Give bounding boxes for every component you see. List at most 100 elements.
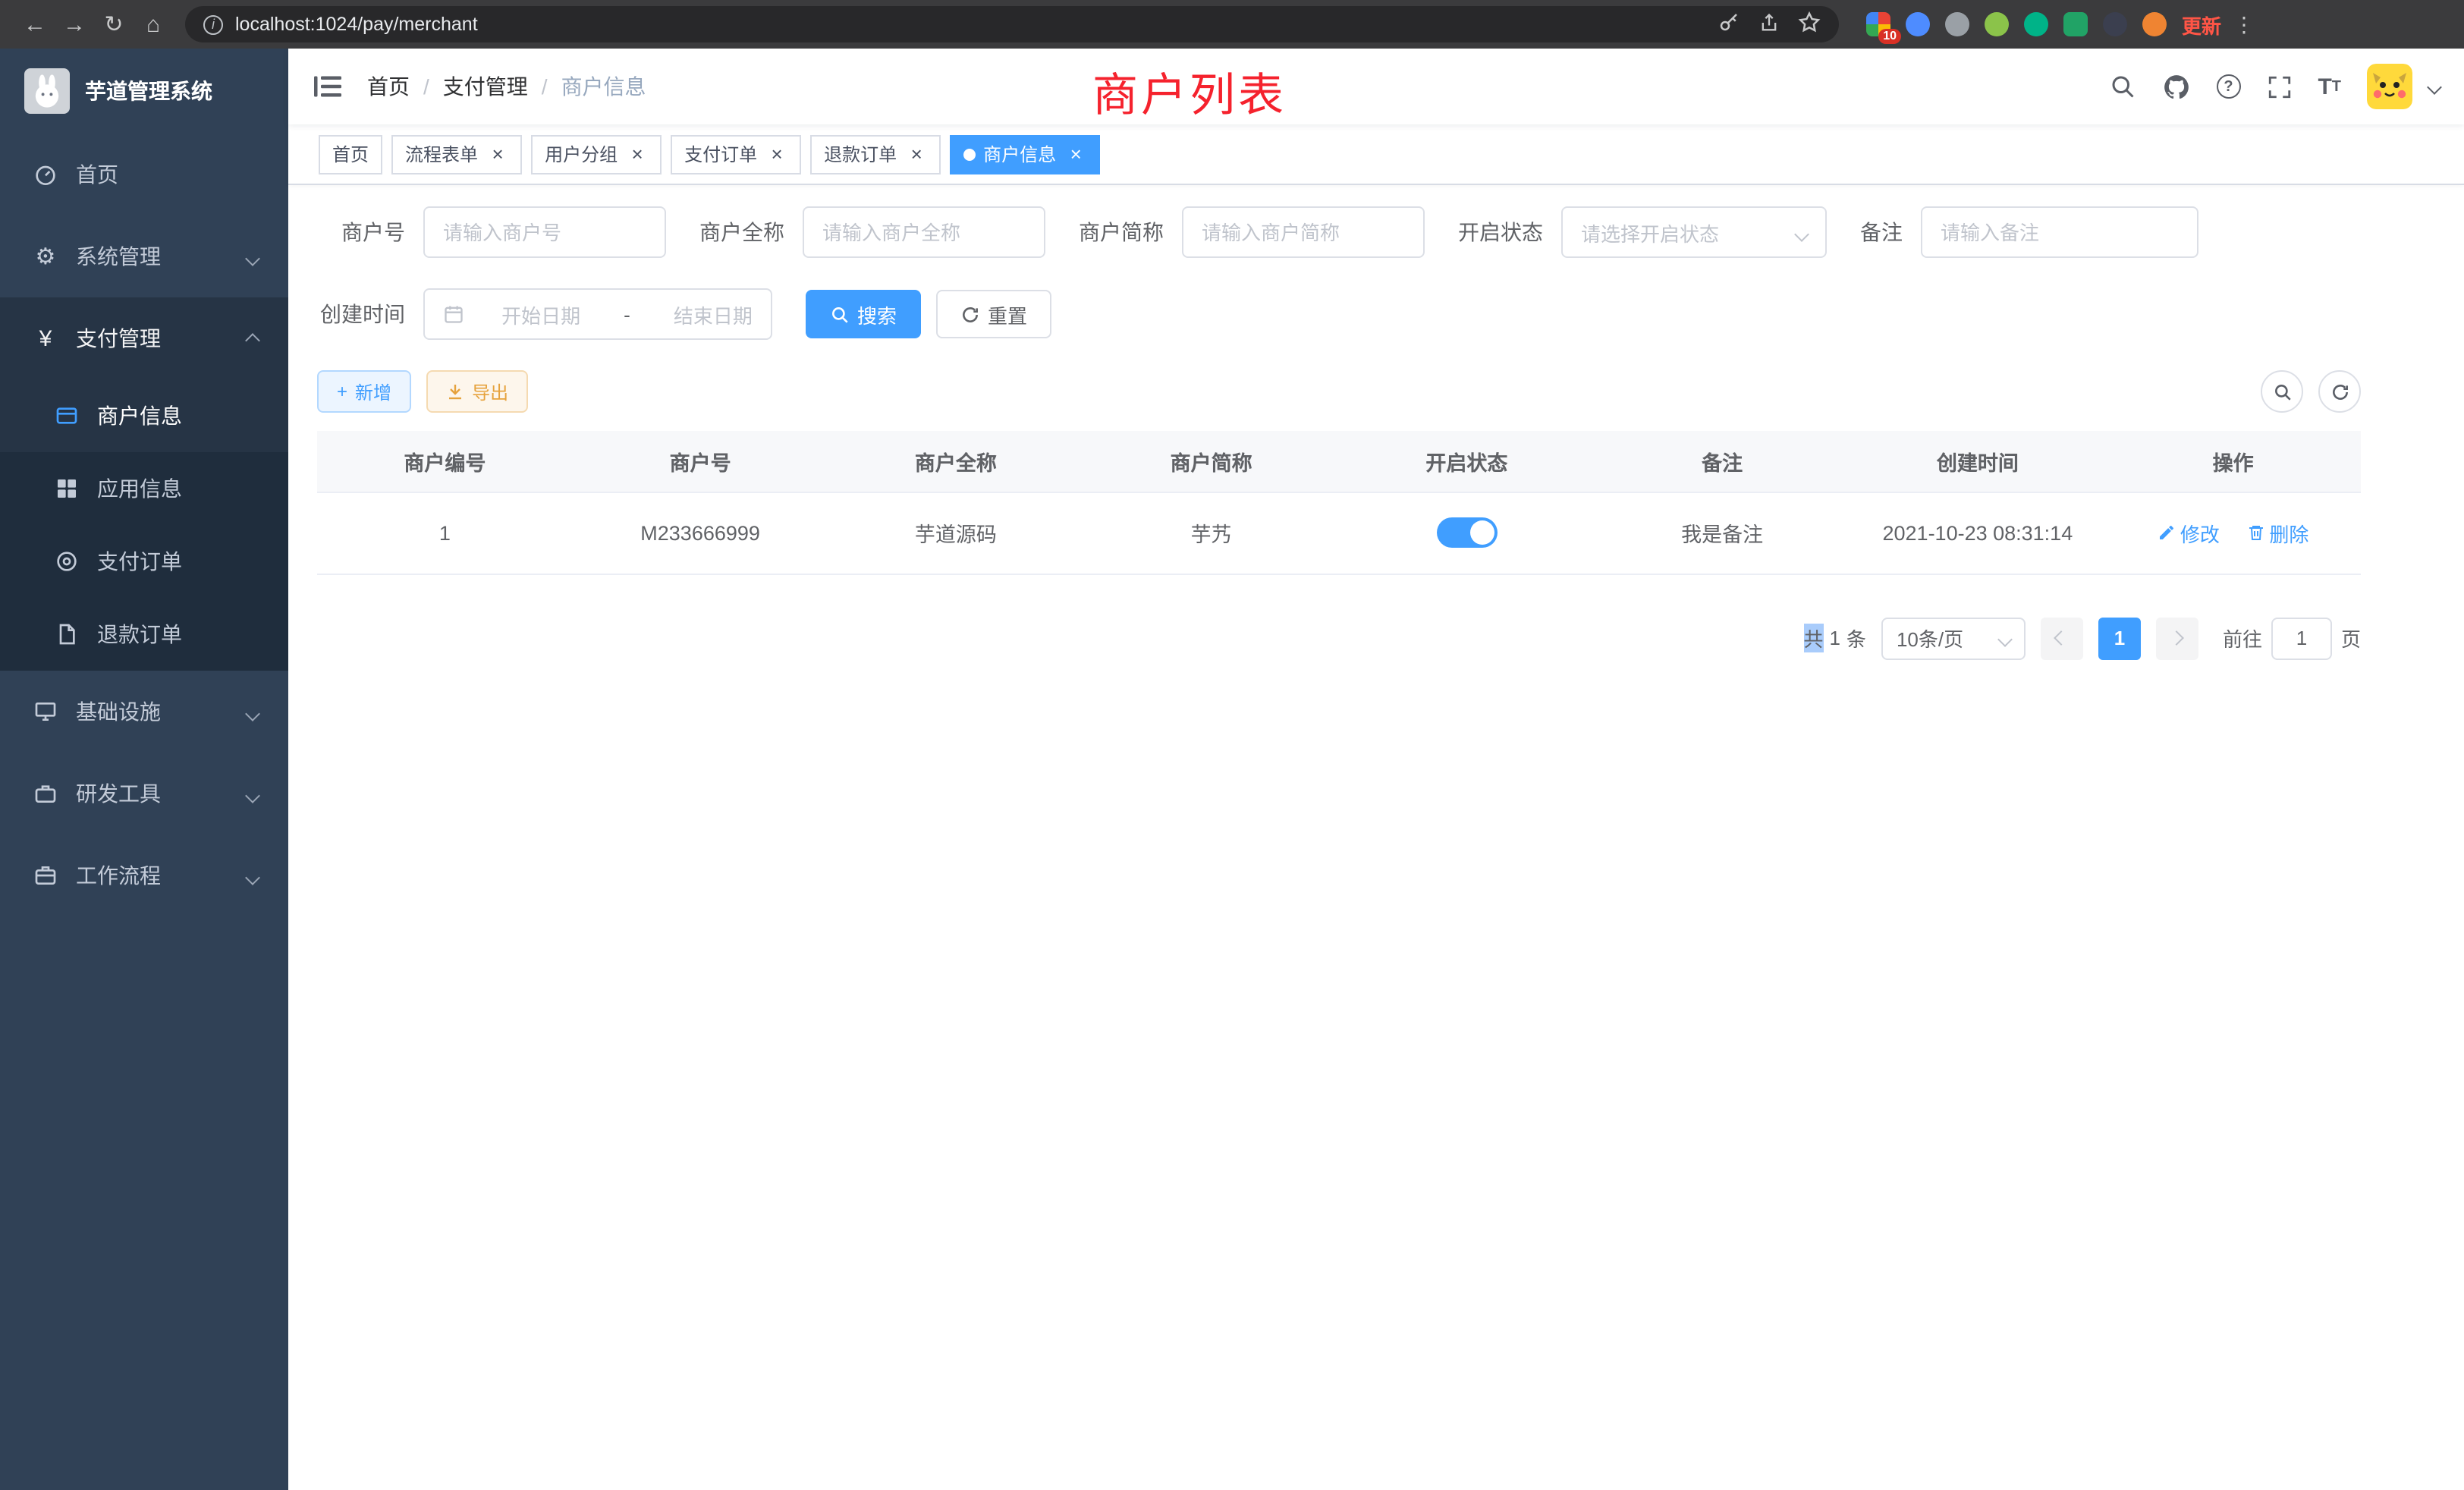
breadcrumb-home[interactable]: 首页 <box>367 71 410 102</box>
close-icon[interactable]: × <box>766 143 787 165</box>
sidebar-subitem-label: 商户信息 <box>97 401 182 431</box>
reset-button-label: 重置 <box>988 300 1027 328</box>
pagination: 共 1 条 10条/页 1 前往 页 <box>317 617 2361 659</box>
sidebar-item-label: 研发工具 <box>76 778 161 809</box>
dashboard-icon <box>33 162 58 187</box>
sidebar-subitem-refund-order[interactable]: 退款订单 <box>0 598 288 671</box>
extension-avatar-icon[interactable] <box>1985 12 2009 36</box>
refresh-table-icon[interactable] <box>2318 370 2361 413</box>
remark-input[interactable] <box>1941 221 2179 244</box>
tags-view-bar: 首页 流程表单 × 用户分组 × 支付订单 × <box>288 124 2464 185</box>
sidebar-subitem-merchant-info[interactable]: 商户信息 <box>0 379 288 452</box>
browser-menu-icon[interactable]: ⋮ <box>2230 11 2258 37</box>
filter-label: 备注 <box>1860 217 1903 247</box>
fullscreen-icon[interactable] <box>2266 74 2292 99</box>
close-icon[interactable]: × <box>487 143 508 165</box>
address-bar[interactable]: i localhost:1024/pay/merchant <box>185 6 1839 42</box>
calendar-icon <box>443 303 464 325</box>
filter-label: 商户全称 <box>699 217 784 247</box>
breadcrumb-payment[interactable]: 支付管理 <box>443 71 528 102</box>
merchant-no-input[interactable] <box>443 221 646 244</box>
toggle-search-icon[interactable] <box>2261 370 2303 413</box>
reload-icon[interactable]: ↻ <box>94 5 134 44</box>
delete-link[interactable]: 删除 <box>2246 518 2308 547</box>
gear-icon: ⚙ <box>33 244 58 269</box>
key-icon[interactable] <box>1718 11 1740 38</box>
extension-doc-icon[interactable] <box>2063 12 2088 36</box>
page-jump-input[interactable] <box>2271 617 2332 659</box>
date-start-placeholder[interactable]: 开始日期 <box>501 300 580 328</box>
export-button[interactable]: 导出 <box>426 370 528 413</box>
home-icon[interactable]: ⌂ <box>134 5 173 44</box>
bookmark-star-icon[interactable] <box>1798 11 1821 38</box>
tab-user-group[interactable]: 用户分组 × <box>531 134 662 174</box>
share-icon[interactable] <box>1758 11 1780 37</box>
sidebar-item-system[interactable]: ⚙ 系统管理 <box>0 215 288 297</box>
back-icon[interactable]: ← <box>15 5 55 44</box>
add-button[interactable]: + 新增 <box>317 370 411 413</box>
update-button[interactable]: 更新 <box>2182 10 2221 39</box>
date-end-placeholder[interactable]: 结束日期 <box>674 300 753 328</box>
avatar-caret-icon[interactable] <box>2429 73 2440 100</box>
sidebar-item-label: 首页 <box>76 159 118 190</box>
address-bar-actions <box>1718 11 1821 38</box>
next-page-button[interactable] <box>2156 617 2198 659</box>
close-icon[interactable]: × <box>627 143 648 165</box>
merchant-table: 商户编号 商户号 商户全称 商户简称 开启状态 备注 创建时间 操作 1 <box>317 431 2361 574</box>
filter-full-name: 商户全称 <box>699 206 1045 258</box>
sidebar-item-home[interactable]: 首页 <box>0 134 288 215</box>
close-icon[interactable]: × <box>1065 143 1086 165</box>
sidebar-subitem-pay-order[interactable]: 支付订单 <box>0 525 288 598</box>
tab-home[interactable]: 首页 <box>319 134 382 174</box>
edit-icon <box>2158 523 2176 542</box>
profile-avatar-icon[interactable] <box>2142 12 2167 36</box>
user-avatar[interactable] <box>2367 64 2412 109</box>
extensions-icon[interactable]: 10 <box>1866 12 1890 36</box>
forward-icon[interactable]: → <box>55 5 94 44</box>
sidebar-item-payment[interactable]: ¥ 支付管理 <box>0 297 288 379</box>
url-text[interactable]: localhost:1024/pay/merchant <box>235 14 1705 35</box>
chevron-down-icon <box>2000 627 2010 649</box>
cell-id: 1 <box>317 492 573 574</box>
help-icon[interactable]: ? <box>2216 74 2240 99</box>
app-title: 芋道管理系统 <box>85 76 212 106</box>
tab-label: 流程表单 <box>405 141 478 167</box>
search-button[interactable]: 搜索 <box>806 290 921 338</box>
extension-blue-icon[interactable] <box>1906 12 1930 36</box>
status-select[interactable]: 请选择开启状态 <box>1561 206 1827 258</box>
sidebar-logo[interactable]: 芋道管理系统 <box>0 49 288 134</box>
tab-refund-order[interactable]: 退款订单 × <box>810 134 941 174</box>
tab-pay-order[interactable]: 支付订单 × <box>671 134 801 174</box>
full-name-input[interactable] <box>822 221 1026 244</box>
edit-link-label: 修改 <box>2180 518 2220 547</box>
filter-short-name: 商户简称 <box>1079 206 1425 258</box>
page-size-select[interactable]: 10条/页 <box>1881 617 2026 659</box>
hamburger-icon[interactable] <box>313 71 343 102</box>
short-name-input[interactable] <box>1202 221 1405 244</box>
prev-page-button[interactable] <box>2041 617 2083 659</box>
edit-link[interactable]: 修改 <box>2158 518 2220 547</box>
search-button-label: 搜索 <box>857 300 897 328</box>
font-size-icon[interactable]: TT <box>2318 74 2341 99</box>
sidebar-item-label: 系统管理 <box>76 241 161 272</box>
search-icon[interactable] <box>2108 73 2136 100</box>
site-info-icon[interactable]: i <box>203 14 223 34</box>
sidebar-item-workflow[interactable]: 工作流程 <box>0 835 288 916</box>
tab-process-form[interactable]: 流程表单 × <box>391 134 522 174</box>
page-number-1[interactable]: 1 <box>2098 617 2141 659</box>
font-size-large-glyph: T <box>2318 74 2331 99</box>
github-icon[interactable] <box>2161 72 2190 101</box>
date-range-picker[interactable]: 开始日期 - 结束日期 <box>423 288 772 340</box>
extension-gray-icon[interactable] <box>1945 12 1969 36</box>
extension-dark-icon[interactable] <box>2103 12 2127 36</box>
status-toggle[interactable] <box>1436 517 1497 548</box>
extension-green-icon[interactable] <box>2024 12 2048 36</box>
sidebar-subitem-label: 应用信息 <box>97 473 182 504</box>
sidebar-item-infrastructure[interactable]: 基础设施 <box>0 671 288 753</box>
tab-merchant-info[interactable]: 商户信息 × <box>950 134 1100 174</box>
sidebar-item-dev-tools[interactable]: 研发工具 <box>0 753 288 835</box>
close-icon[interactable]: × <box>906 143 927 165</box>
target-icon <box>55 549 79 574</box>
reset-button[interactable]: 重置 <box>936 290 1051 338</box>
sidebar-subitem-app-info[interactable]: 应用信息 <box>0 452 288 525</box>
